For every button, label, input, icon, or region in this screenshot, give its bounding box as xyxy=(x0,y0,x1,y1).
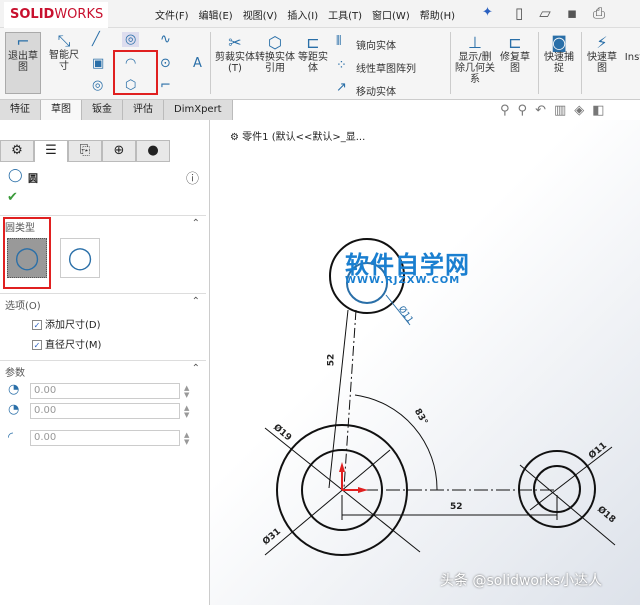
show-relations-button[interactable]: ⊥ 显示/删除几何关系 xyxy=(455,33,495,86)
ellipse-icon[interactable]: ⊙ xyxy=(160,56,171,71)
open-file-icon[interactable]: ▱ xyxy=(539,4,551,22)
print-icon[interactable]: ⎙ xyxy=(593,4,605,22)
center-y-icon: ◔ xyxy=(8,402,20,417)
part-icon: ⚙ xyxy=(230,132,243,143)
relations-icon: ⊥ xyxy=(468,33,482,52)
exit-sketch-button[interactable]: ⌐ 退出草图 xyxy=(5,32,41,94)
center-x-icon: ◔ xyxy=(8,382,20,397)
offset-icon: ⊏ xyxy=(306,33,320,52)
new-file-icon[interactable]: ▯ xyxy=(515,4,523,22)
move-icon: ↗ xyxy=(336,80,347,95)
tab-evaluate[interactable]: 评估 xyxy=(123,100,164,120)
circle-tool-icon[interactable]: ◎ xyxy=(122,32,140,47)
convert-icon: ⬡ xyxy=(268,33,282,52)
zoom-fit-icon[interactable]: ⚲ xyxy=(500,103,510,118)
trim-icon: ✂ xyxy=(228,33,242,52)
center-y-spinner[interactable]: ▲ ▼ xyxy=(184,405,189,419)
dimxpert-tab[interactable]: ⊕ xyxy=(102,140,136,162)
title-bar: SOLIDWORKS 文件(F) 编辑(E) 视图(V) 插入(I) 工具(T)… xyxy=(0,0,640,28)
save-icon[interactable]: ▪ xyxy=(567,4,577,22)
fillet-icon[interactable]: ⌐ xyxy=(160,78,171,93)
smart-dimension-button[interactable]: ⤡ 智能尺寸 xyxy=(46,31,82,73)
dim-vertical-52[interactable]: 52 xyxy=(326,354,336,367)
smart-dimension-icon: ⤡ xyxy=(57,31,71,50)
collapse-icon[interactable]: ⌃ xyxy=(192,296,200,307)
collapse-icon[interactable]: ⌃ xyxy=(192,218,200,229)
diameter-dimension-checkbox[interactable]: ✓ 直径尺寸(M) xyxy=(32,336,101,351)
center-circle-option[interactable]: ◯ xyxy=(7,238,47,278)
center-y-input[interactable]: 0.00 xyxy=(30,403,180,419)
menu-help[interactable]: 帮助(H) xyxy=(420,7,455,22)
radius-icon: ◜ xyxy=(8,430,14,445)
menu-file[interactable]: 文件(F) xyxy=(155,7,189,22)
menu-window[interactable]: 窗口(W) xyxy=(372,7,410,22)
radius-input[interactable]: 0.00 xyxy=(30,430,180,446)
menu-insert[interactable]: 插入(I) xyxy=(287,7,318,22)
center-x-spinner[interactable]: ▲ ▼ xyxy=(184,385,189,399)
command-tabs: 特征 草图 钣金 评估 DimXpert xyxy=(0,100,250,120)
slot-icon[interactable]: ◎ xyxy=(92,78,103,93)
quick-snap-button[interactable]: ◙ 快速捕捉 xyxy=(541,33,577,75)
feature-tree-tab[interactable]: ⚙ xyxy=(0,140,34,162)
repair-icon: ⊏ xyxy=(508,33,522,52)
display-manager-tab[interactable]: ● xyxy=(136,140,170,162)
display-style-icon[interactable]: ◧ xyxy=(592,103,604,118)
panel-title: 圆 xyxy=(28,174,38,185)
menu-edit[interactable]: 编辑(E) xyxy=(199,7,233,22)
config-manager-tab[interactable]: ⎘ xyxy=(68,140,102,162)
spline-icon[interactable]: ∿ xyxy=(160,32,171,47)
offset-button[interactable]: ⊏ 等距实体 xyxy=(296,33,330,75)
view-orientation-icon[interactable]: ◈ xyxy=(574,103,584,118)
move-button[interactable]: 移动实体 xyxy=(356,83,396,98)
solidworks-logo: SOLIDWORKS xyxy=(4,2,108,28)
feature-tree-breadcrumb[interactable]: ⚙ 零件1 (默认<<默认>_显... xyxy=(230,128,365,143)
zoom-area-icon[interactable]: ⚲ xyxy=(518,103,528,118)
perimeter-circle-option[interactable]: ◯ xyxy=(60,238,100,278)
pin-icon[interactable]: ✦ xyxy=(482,5,493,20)
line-icon[interactable]: ╱ xyxy=(92,32,100,47)
previous-view-icon[interactable]: ↶ xyxy=(535,103,546,118)
circle-icon: ◯ xyxy=(8,168,23,183)
property-manager-tab[interactable]: ☰ xyxy=(34,140,68,162)
center-x-input[interactable]: 0.00 xyxy=(30,383,180,399)
tab-sheet-metal[interactable]: 钣金 xyxy=(82,100,123,120)
options-header: 选项(O) xyxy=(5,301,41,312)
menu-bar: 文件(F) 编辑(E) 视图(V) 插入(I) 工具(T) 窗口(W) 帮助(H… xyxy=(155,7,455,22)
text-icon[interactable]: A xyxy=(193,56,202,71)
rapid-sketch-icon: ⚡ xyxy=(596,33,608,52)
instant-button[interactable]: Inst xyxy=(624,52,640,63)
property-manager: ⚙ ☰ ⎘ ⊕ ● ◯ 圆 ⓘ ✔ 圆类型 ⌃ ◯ ◯ 选项(O) ⌃ ✓ 添加尺寸(… xyxy=(0,120,210,605)
mirror-button[interactable]: 镜向实体 xyxy=(356,37,396,52)
rectangle-icon[interactable]: ▣ xyxy=(92,56,104,71)
circle-tool-highlight xyxy=(113,50,158,95)
convert-entities-button[interactable]: ⬡ 转换实体引用 xyxy=(255,33,295,75)
dim-horizontal-52[interactable]: 52 xyxy=(450,502,463,512)
rapid-sketch-button[interactable]: ⚡ 快速草图 xyxy=(584,33,620,75)
linear-pattern-icon: ⁘ xyxy=(336,58,347,73)
help-icon[interactable]: ⓘ xyxy=(186,168,199,187)
collapse-icon[interactable]: ⌃ xyxy=(192,363,200,374)
repair-sketch-button[interactable]: ⊏ 修复草图 xyxy=(497,33,533,75)
menu-tools[interactable]: 工具(T) xyxy=(328,7,362,22)
tab-dimxpert[interactable]: DimXpert xyxy=(164,100,233,120)
watermark-url: WWW.RJZXW.COM xyxy=(345,275,461,286)
radius-spinner[interactable]: ▲ ▼ xyxy=(184,432,189,446)
section-view-icon[interactable]: ▥ xyxy=(554,103,566,118)
exit-sketch-icon: ⌐ xyxy=(16,32,30,51)
snap-icon: ◙ xyxy=(551,33,567,52)
ok-check-icon[interactable]: ✔ xyxy=(7,190,18,205)
tab-sketch[interactable]: 草图 xyxy=(41,100,82,120)
parameters-header: 参数 xyxy=(5,368,25,379)
tab-features[interactable]: 特征 xyxy=(0,100,41,120)
mirror-icon: ⫴ xyxy=(336,34,342,49)
credit-watermark: 头条 @solidworks小达人 xyxy=(440,573,603,589)
linear-pattern-button[interactable]: 线性草图阵列 xyxy=(356,60,416,75)
menu-view[interactable]: 视图(V) xyxy=(243,7,278,22)
sketch-ribbon: ⌐ 退出草图 ⤡ 智能尺寸 ╱ ▣ ◎ ◎ ◠ ⬡ ∿ ⊙ ⌐ A ✂ 剪裁实体(T)… xyxy=(0,28,640,100)
trim-button[interactable]: ✂ 剪裁实体(T) xyxy=(215,33,255,75)
add-dimension-checkbox[interactable]: ✓ 添加尺寸(D) xyxy=(32,316,101,331)
